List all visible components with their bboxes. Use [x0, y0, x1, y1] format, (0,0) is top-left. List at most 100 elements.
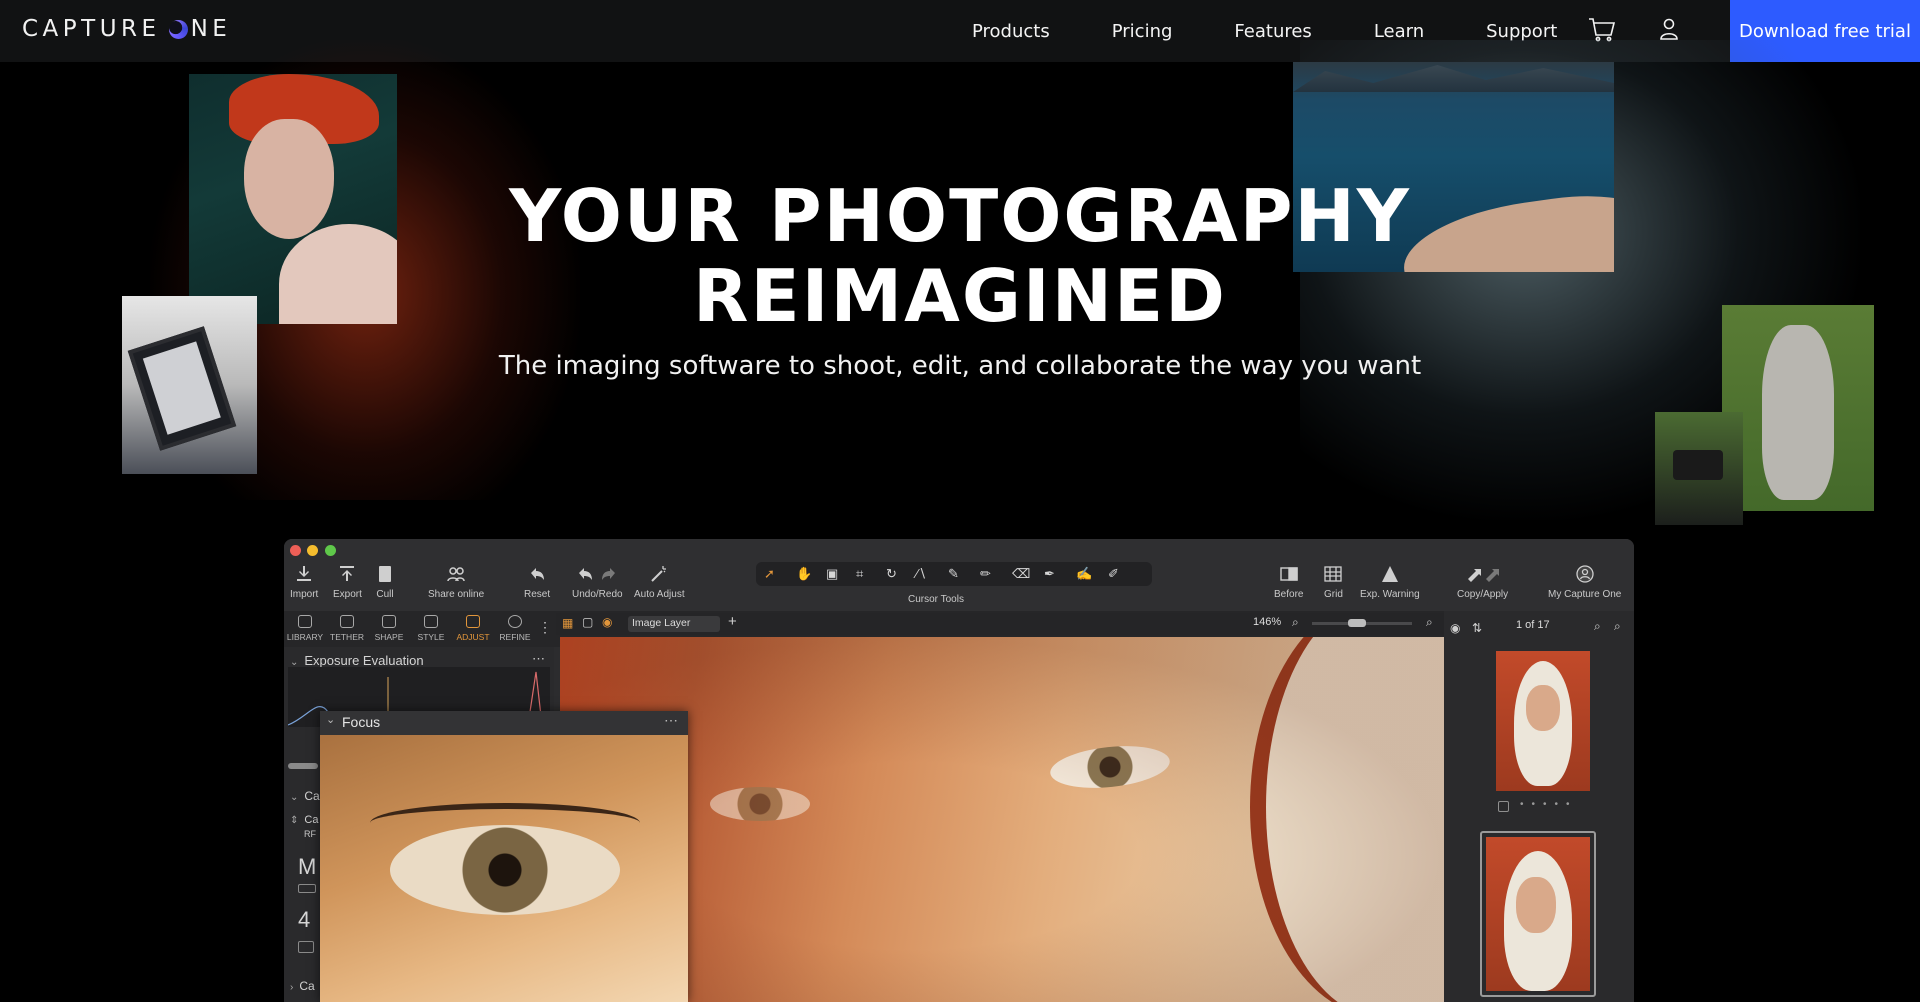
thumbnail-1-checkbox[interactable]	[1498, 801, 1509, 812]
thumbnail-1[interactable]	[1496, 651, 1590, 791]
eraser-cursor-icon[interactable]: ⌫	[1012, 566, 1030, 582]
proof-view-icon[interactable]: ◉	[602, 615, 612, 629]
nav-link-pricing[interactable]: Pricing	[1112, 21, 1173, 42]
cursor-tools-group: ➚ ✋ ▣ ⌗ ↻ ∕∖ ✎ ✏ ⌫ ✒ ✍ ✐	[756, 562, 1152, 586]
exposure-evaluation-title: Exposure Evaluation	[304, 653, 424, 668]
brush-cursor-icon[interactable]: ✏	[980, 566, 991, 582]
tab-adjust-label: ADJUST	[456, 632, 490, 642]
gradient-cursor-icon[interactable]: ✒	[1044, 566, 1055, 582]
image-counter: 1 of 17	[1516, 619, 1550, 631]
reset-tool[interactable]: Reset	[524, 565, 550, 600]
exposure-warning-tool[interactable]: Exp. Warning	[1360, 565, 1420, 600]
battery-icon	[298, 884, 316, 893]
before-tool[interactable]: Before	[1274, 565, 1303, 600]
thumbnail-2[interactable]	[1486, 837, 1590, 991]
card-icon	[298, 941, 314, 953]
rotate-cursor-icon[interactable]: ↻	[886, 566, 897, 582]
nav-link-support[interactable]: Support	[1486, 21, 1557, 42]
focus-more-icon[interactable]: ⋯	[664, 712, 678, 729]
zoom-slider[interactable]	[1312, 619, 1412, 627]
select-cursor-icon[interactable]: ➚	[764, 566, 775, 582]
style-tab-icon	[424, 615, 438, 628]
browser-zoom-icon[interactable]: ⌕	[1614, 619, 1621, 634]
grid-view-icon[interactable]: ▦	[562, 616, 573, 630]
capture-one-logo[interactable]: CAPTURE NE	[22, 16, 231, 42]
import-tool[interactable]: Import	[290, 565, 318, 600]
auto-adjust-tool[interactable]: Auto Adjust	[634, 565, 685, 600]
layer-select[interactable]: Image Layer	[628, 616, 720, 632]
panel-fragment-m: M	[298, 854, 317, 879]
thumbnail-1-rating[interactable]: •••••	[1520, 799, 1578, 810]
focus-panel-header[interactable]: ⌄ Focus ⋯	[320, 711, 688, 735]
layer-select-value: Image Layer	[632, 617, 691, 629]
nav-link-products[interactable]: Products	[972, 21, 1050, 42]
hero-title-line-2: REIMAGINED	[693, 254, 1227, 338]
copy-apply-icon	[1467, 569, 1499, 582]
annotate-cursor-icon[interactable]: ✐	[1108, 566, 1119, 582]
crop-cursor-icon[interactable]: ⌗	[856, 566, 863, 582]
hero-title: YOUR PHOTOGRAPHY REIMAGINED	[0, 176, 1920, 336]
shape-tab-icon	[382, 615, 396, 628]
tab-adjust[interactable]: ADJUST	[452, 615, 494, 642]
export-label: Export	[333, 589, 362, 600]
cursor-tools-label: Cursor Tools	[908, 594, 964, 605]
collapsed-panel-2[interactable]: ⇕ Ca	[290, 814, 318, 826]
import-icon	[297, 566, 312, 581]
logo-o-icon	[168, 19, 188, 39]
before-after-icon	[1280, 567, 1298, 581]
copy-apply-label: Copy/Apply	[1457, 589, 1509, 600]
export-tool[interactable]: Export	[333, 565, 362, 600]
window-zoom-dot	[325, 545, 336, 556]
account-icon	[1576, 565, 1594, 583]
pan-cursor-icon[interactable]: ✋	[796, 566, 812, 582]
tab-shape[interactable]: SHAPE	[368, 615, 410, 642]
collapsed-panel-1[interactable]: ⌄ Ca	[290, 789, 320, 803]
browser-panel: ◉ ⇅ 1 of 17 ⌕ ⌕ ••••• •••••	[1444, 611, 1634, 1002]
import-label: Import	[290, 589, 319, 600]
eye-visibility-icon[interactable]: ◉	[1450, 621, 1460, 635]
focus-collapse-icon[interactable]: ⌄	[326, 713, 335, 726]
nav-link-features[interactable]: Features	[1234, 21, 1311, 42]
adjust-tab-icon	[466, 615, 480, 628]
panel-fragment-rf: RF	[304, 829, 316, 839]
spot-cursor-icon[interactable]: ✎	[948, 566, 959, 582]
my-capture-one-label: My Capture One	[1548, 589, 1622, 600]
tab-tether[interactable]: TETHER	[326, 615, 368, 642]
loupe-cursor-icon[interactable]: ▣	[826, 566, 838, 582]
nav-link-learn[interactable]: Learn	[1374, 21, 1424, 42]
picker-cursor-icon[interactable]: ✍	[1076, 566, 1092, 582]
add-layer-icon[interactable]: +	[728, 613, 737, 630]
exposure-slider-fragment[interactable]	[288, 763, 318, 769]
tabs-more-icon[interactable]: ⋮	[538, 619, 552, 636]
exposure-evaluation-header[interactable]: ⌄ Exposure Evaluation	[290, 653, 424, 668]
tab-style[interactable]: STYLE	[410, 615, 452, 642]
undo-redo-icon	[579, 568, 616, 580]
copy-apply-tool[interactable]: Copy/Apply	[1457, 565, 1508, 600]
zoom-out-icon[interactable]: ⌕	[1292, 615, 1299, 630]
main-viewer-image[interactable]	[560, 637, 1444, 1002]
cull-tool[interactable]: Cull	[376, 565, 394, 600]
zoom-slider-handle[interactable]	[1348, 619, 1366, 627]
my-capture-one-tool[interactable]: My Capture One	[1548, 565, 1621, 600]
focus-panel[interactable]: ⌄ Focus ⋯	[320, 711, 688, 1002]
focus-panel-title: Focus	[342, 714, 381, 730]
tether-tab-icon	[340, 615, 354, 628]
exposure-more-icon[interactable]: ⋯	[532, 651, 545, 667]
zoom-in-icon[interactable]: ⌕	[1426, 615, 1433, 630]
tab-library-label: LIBRARY	[286, 632, 324, 642]
keystone-cursor-icon[interactable]: ∕∖	[916, 566, 926, 582]
share-people-icon	[447, 567, 465, 582]
undo-redo-tool[interactable]: Undo/Redo	[572, 565, 623, 600]
window-close-dot	[290, 545, 301, 556]
sort-icon[interactable]: ⇅	[1472, 621, 1482, 635]
collapsed-panel-3[interactable]: › Ca	[290, 979, 315, 993]
tab-library[interactable]: LIBRARY	[284, 615, 326, 642]
user-icon[interactable]	[1658, 17, 1680, 41]
grid-tool[interactable]: Grid	[1324, 565, 1343, 600]
tab-refine[interactable]: REFINE	[494, 615, 536, 642]
capture-one-app-window: Import Export Cull Share online Reset Un…	[284, 539, 1634, 1002]
share-online-tool[interactable]: Share online	[428, 565, 484, 600]
browser-search-icon[interactable]: ⌕	[1594, 619, 1601, 634]
single-view-icon[interactable]: ▢	[582, 615, 593, 629]
refine-tab-icon	[508, 615, 522, 628]
